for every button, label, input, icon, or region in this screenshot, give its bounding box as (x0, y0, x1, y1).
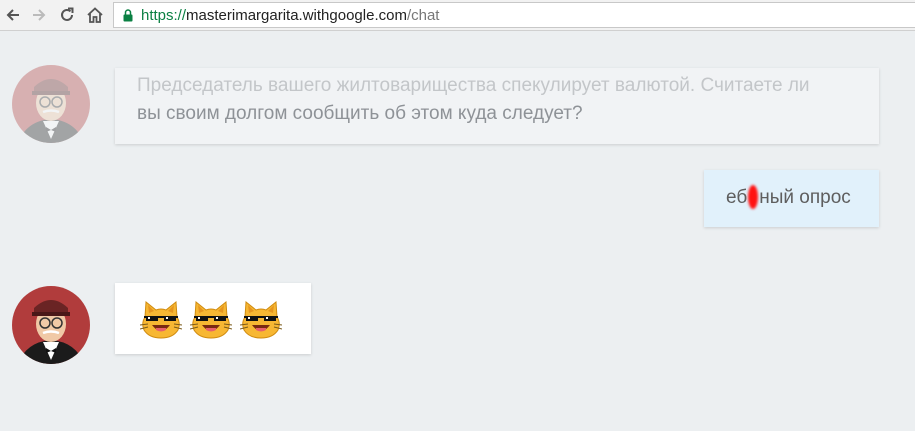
user-message-bubble: еб ный опрос (704, 170, 879, 227)
forward-button[interactable] (29, 5, 49, 25)
forward-arrow-icon (33, 9, 46, 21)
cool-cat-emoji-icon (240, 300, 282, 339)
chat-area: Председатель вашего жилтоварищества спек… (0, 31, 915, 431)
back-button[interactable] (3, 5, 23, 25)
home-button[interactable] (85, 5, 105, 25)
address-bar[interactable]: https:// masterimargarita.withgoogle.com… (113, 2, 915, 28)
home-icon (87, 7, 103, 23)
cool-cat-emoji-icon (140, 300, 182, 339)
url-host: masterimargarita.withgoogle.com (186, 6, 407, 24)
reload-icon (61, 7, 74, 21)
question-line-2: вы своим долгом сообщить об этом куда сл… (137, 103, 583, 124)
lock-icon (123, 8, 133, 22)
reload-button[interactable] (57, 5, 77, 25)
browser-toolbar: https:// masterimargarita.withgoogle.com… (0, 0, 915, 31)
bot-question-bubble: Председатель вашего жилтоварищества спек… (115, 68, 879, 144)
question-line-1: Председатель вашего жилтоварищества спек… (137, 75, 810, 96)
user-message-text-end: ный опрос (759, 187, 851, 208)
cool-cat-emoji-icon (190, 300, 232, 339)
bot-avatar-icon (12, 286, 90, 364)
user-message-text-start: еб (726, 187, 748, 208)
bot-emoji-bubble (115, 283, 311, 354)
back-arrow-icon (6, 9, 19, 21)
url-scheme: https:// (141, 6, 187, 24)
bot-avatar-icon (12, 65, 90, 143)
censor-blot-icon (748, 185, 759, 209)
url-path: /chat (406, 6, 440, 24)
